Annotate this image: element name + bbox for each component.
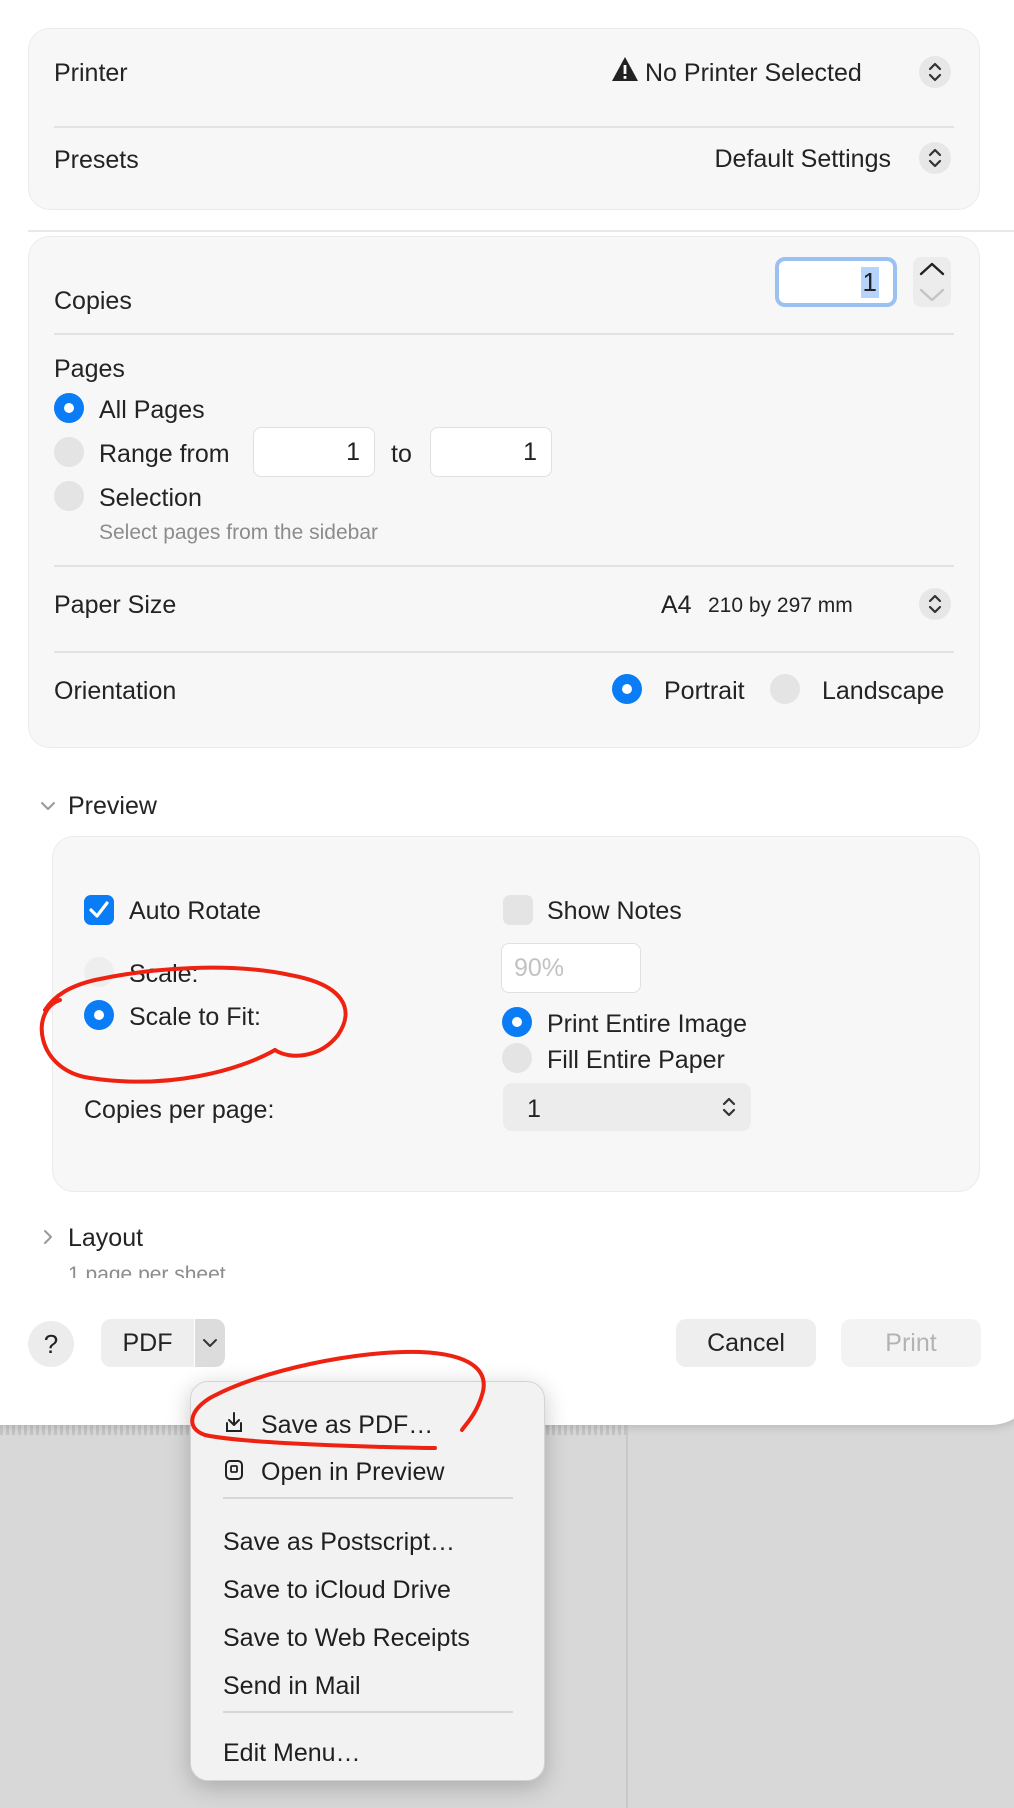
range-to-label: to [391, 440, 412, 468]
printer-presets-group: Printer No Printer Selected Presets Defa… [28, 28, 980, 210]
menu-item-label: Send in Mail [223, 1672, 361, 1700]
landscape-radio[interactable] [770, 674, 800, 704]
menu-item-label: Save to Web Receipts [223, 1624, 470, 1652]
menu-item-open-in-preview[interactable]: Open in Preview [191, 1451, 544, 1491]
all-pages-label: All Pages [99, 396, 205, 424]
pdf-menu: Save as PDF… Open in Preview Save as Pos… [190, 1381, 545, 1781]
layout-disclosure[interactable]: Layout [36, 1220, 236, 1254]
range-end-field[interactable]: 1 [430, 427, 552, 477]
layout-summary-clip: 1 page per sheet [68, 1260, 368, 1278]
paper-size-select[interactable]: A4 210 by 297 mm [651, 581, 951, 627]
show-notes-label: Show Notes [547, 897, 682, 925]
landscape-label: Landscape [822, 677, 945, 705]
printer-select[interactable]: No Printer Selected [601, 51, 951, 95]
printer-label: Printer [54, 59, 128, 87]
preview-header: Preview [68, 792, 157, 820]
menu-divider [223, 1497, 513, 1499]
portrait-label: Portrait [664, 677, 745, 705]
copies-label: Copies [54, 287, 132, 315]
range-radio[interactable] [54, 437, 84, 467]
selection-label: Selection [99, 484, 202, 512]
menu-divider [223, 1711, 513, 1713]
pdf-menu-toggle[interactable] [195, 1319, 225, 1367]
print-dialog: Printer No Printer Selected Presets Defa… [0, 0, 1014, 1425]
chevron-updown-icon [919, 56, 951, 88]
chevron-updown-icon [722, 1097, 736, 1117]
preview-app-icon [225, 1460, 243, 1480]
paper-size-value: A4 [661, 591, 692, 619]
presets-select[interactable]: Default Settings [681, 137, 951, 181]
copies-value: 1 [860, 267, 879, 298]
fill-entire-paper-label: Fill Entire Paper [547, 1046, 725, 1074]
help-label: ? [43, 1329, 59, 1359]
menu-item-save-to-web-receipts[interactable]: Save to Web Receipts [191, 1617, 544, 1657]
menu-item-label: Save to iCloud Drive [223, 1576, 451, 1604]
fill-entire-paper-radio[interactable] [502, 1043, 532, 1073]
menu-item-label: Save as Postscript… [223, 1528, 456, 1556]
menu-item-save-as-pdf[interactable]: Save as PDF… [191, 1404, 544, 1444]
layout-summary: 1 page per sheet [68, 1263, 226, 1278]
menu-item-save-to-icloud[interactable]: Save to iCloud Drive [191, 1569, 544, 1609]
chevron-down-icon [203, 1339, 217, 1347]
scale-field[interactable]: 90% [501, 943, 641, 993]
background-divider [626, 1425, 628, 1808]
preview-disclosure[interactable]: Preview [36, 788, 236, 822]
divider [54, 651, 954, 653]
layout-header: Layout [68, 1224, 144, 1252]
preview-options-group: Auto Rotate Show Notes Scale: 90% Scale … [52, 836, 980, 1192]
range-from-label: Range from [99, 440, 230, 468]
paper-size-label: Paper Size [54, 591, 177, 619]
scale-to-fit-radio[interactable] [84, 1000, 114, 1030]
print-entire-image-radio[interactable] [502, 1007, 532, 1037]
selection-hint: Select pages from the sidebar [99, 521, 378, 544]
copies-per-page-label: Copies per page: [84, 1096, 275, 1124]
menu-item-label: Save as PDF… [261, 1411, 434, 1439]
chevron-updown-icon [919, 588, 951, 620]
divider [54, 565, 954, 567]
print-entire-image-label: Print Entire Image [547, 1010, 748, 1038]
menu-item-edit-menu[interactable]: Edit Menu… [191, 1732, 544, 1772]
cancel-button[interactable]: Cancel [676, 1319, 816, 1367]
chevron-updown-icon [919, 142, 951, 174]
menu-item-save-as-postscript[interactable]: Save as Postscript… [191, 1521, 544, 1561]
scale-label: Scale: [129, 960, 199, 988]
chevron-down-icon[interactable] [913, 282, 951, 307]
menu-item-label: Edit Menu… [223, 1739, 361, 1767]
auto-rotate-checkbox[interactable] [84, 895, 114, 925]
pages-label: Pages [54, 355, 125, 383]
copies-per-page-select[interactable]: 1 [503, 1083, 751, 1131]
print-settings-group: Copies 1 Pages All Pages Range from 1 to… [28, 236, 980, 748]
copies-stepper[interactable] [913, 257, 951, 307]
warning-triangle-icon [611, 56, 639, 87]
divider [54, 126, 954, 128]
print-button[interactable]: Print [841, 1319, 981, 1367]
section-divider [28, 230, 1014, 232]
portrait-radio[interactable] [612, 674, 642, 704]
pdf-button[interactable]: PDF [101, 1319, 194, 1367]
chevron-right-icon [44, 1230, 52, 1244]
scale-to-fit-label: Scale to Fit: [129, 1003, 261, 1031]
range-start-field[interactable]: 1 [253, 427, 375, 477]
download-icon [226, 1412, 242, 1432]
divider [54, 333, 954, 335]
copies-per-page-value: 1 [527, 1095, 541, 1123]
selection-radio[interactable] [54, 481, 84, 511]
checkmark-icon [89, 901, 109, 918]
pdf-label: PDF [122, 1329, 173, 1357]
menu-item-label: Open in Preview [261, 1458, 445, 1486]
show-notes-checkbox[interactable] [503, 895, 533, 925]
presets-value: Default Settings [714, 145, 892, 173]
scale-radio[interactable] [84, 957, 114, 987]
copies-field[interactable]: 1 [775, 257, 897, 307]
chevron-down-icon [41, 802, 55, 810]
paper-size-detail: 210 by 297 mm [708, 594, 853, 617]
menu-item-send-in-mail[interactable]: Send in Mail [191, 1665, 544, 1705]
chevron-up-icon[interactable] [913, 257, 951, 282]
help-button[interactable]: ? [28, 1321, 74, 1367]
printer-value: No Printer Selected [645, 59, 862, 87]
orientation-label: Orientation [54, 677, 177, 705]
all-pages-radio[interactable] [54, 393, 84, 423]
auto-rotate-label: Auto Rotate [129, 897, 262, 925]
presets-label: Presets [54, 146, 139, 174]
